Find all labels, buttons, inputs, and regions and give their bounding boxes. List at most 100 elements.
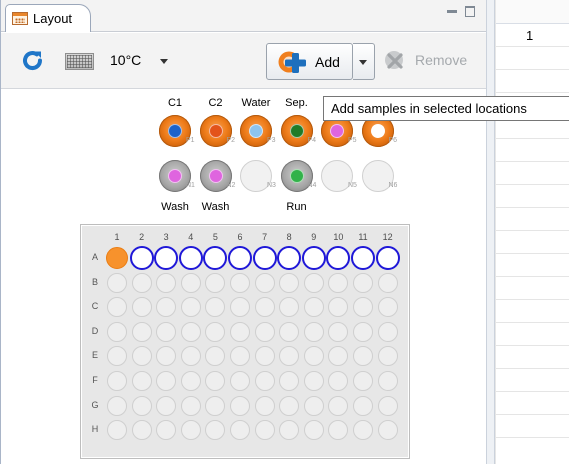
well-d5[interactable] (205, 321, 226, 342)
well-a2[interactable] (129, 246, 154, 270)
well-b3[interactable] (156, 272, 177, 293)
well-g11[interactable] (353, 395, 373, 416)
well-b5[interactable] (205, 272, 226, 293)
well-c2[interactable] (131, 297, 152, 318)
well-c7[interactable] (254, 297, 275, 318)
well-g12[interactable] (377, 395, 398, 416)
well-d1[interactable] (107, 321, 127, 342)
well-e5[interactable] (205, 346, 226, 367)
well-f4[interactable] (180, 371, 201, 391)
panel-divider[interactable] (486, 0, 495, 464)
well-a11[interactable] (351, 246, 375, 270)
well-e11[interactable] (353, 346, 373, 367)
well-a8[interactable] (277, 246, 302, 270)
well-h2[interactable] (131, 420, 152, 441)
well-h1[interactable] (107, 420, 127, 441)
well-f5[interactable] (205, 371, 226, 391)
add-dropdown-button[interactable] (353, 43, 375, 80)
well-h5[interactable] (205, 420, 226, 441)
well-a5[interactable] (203, 246, 228, 270)
minimize-icon[interactable] (447, 6, 459, 18)
well-a9[interactable] (301, 246, 326, 270)
well-f2[interactable] (131, 371, 152, 391)
well-e4[interactable] (180, 346, 201, 367)
well-d4[interactable] (180, 321, 201, 342)
well-b12[interactable] (377, 272, 398, 293)
well-h6[interactable] (230, 420, 250, 441)
well-a1[interactable] (106, 247, 128, 269)
well-h10[interactable] (328, 420, 349, 441)
well-g2[interactable] (131, 395, 152, 416)
well-h12[interactable] (377, 420, 398, 441)
well-b9[interactable] (303, 272, 324, 293)
add-button[interactable]: Add (266, 43, 353, 80)
well-c1[interactable] (107, 297, 127, 318)
tab-layout[interactable]: Layout (5, 4, 91, 32)
well-b4[interactable] (180, 272, 201, 293)
well-f11[interactable] (353, 371, 373, 391)
well-h4[interactable] (180, 420, 201, 441)
refresh-icon[interactable] (21, 49, 45, 73)
well-g6[interactable] (230, 395, 250, 416)
well-d3[interactable] (156, 321, 177, 342)
well-c5[interactable] (205, 297, 226, 318)
well-f8[interactable] (279, 371, 300, 391)
well-c3[interactable] (156, 297, 177, 318)
well-d2[interactable] (131, 321, 152, 342)
well-g3[interactable] (156, 395, 177, 416)
well-f12[interactable] (377, 371, 398, 391)
well-b6[interactable] (230, 272, 250, 293)
well-e2[interactable] (131, 346, 152, 367)
well-e7[interactable] (254, 346, 275, 367)
well-a3[interactable] (154, 246, 179, 270)
well-d7[interactable] (254, 321, 275, 342)
well-g8[interactable] (279, 395, 300, 416)
well-h11[interactable] (353, 420, 373, 441)
well-c10[interactable] (328, 297, 349, 318)
well-a6[interactable] (228, 246, 252, 270)
well-a12[interactable] (375, 246, 400, 270)
well-f10[interactable] (328, 371, 349, 391)
well-e12[interactable] (377, 346, 398, 367)
well-e3[interactable] (156, 346, 177, 367)
well-h9[interactable] (303, 420, 324, 441)
well-c6[interactable] (230, 297, 250, 318)
well-g4[interactable] (180, 395, 201, 416)
well-d11[interactable] (353, 321, 373, 342)
well-e8[interactable] (279, 346, 300, 367)
well-h7[interactable] (254, 420, 275, 441)
well-f7[interactable] (254, 371, 275, 391)
well-g5[interactable] (205, 395, 226, 416)
well-b11[interactable] (353, 272, 373, 293)
well-e1[interactable] (107, 346, 127, 367)
well-c9[interactable] (303, 297, 324, 318)
well-e6[interactable] (230, 346, 250, 367)
well-e9[interactable] (303, 346, 324, 367)
well-f3[interactable] (156, 371, 177, 391)
well-c12[interactable] (377, 297, 398, 318)
well-e10[interactable] (328, 346, 349, 367)
well-plate[interactable]: 1 2 3 4 5 6 7 8 9 10 11 12 A B C D E F G H (80, 224, 410, 459)
well-b2[interactable] (131, 272, 152, 293)
well-d6[interactable] (230, 321, 250, 342)
well-b10[interactable] (328, 272, 349, 293)
well-g7[interactable] (254, 395, 275, 416)
well-a7[interactable] (252, 246, 277, 270)
well-c8[interactable] (279, 297, 300, 318)
well-b1[interactable] (107, 272, 127, 293)
well-c11[interactable] (353, 297, 373, 318)
well-g10[interactable] (328, 395, 349, 416)
maximize-icon[interactable] (465, 6, 477, 18)
chevron-down-icon[interactable] (160, 59, 168, 64)
well-a10[interactable] (326, 246, 351, 270)
well-g9[interactable] (303, 395, 324, 416)
well-g1[interactable] (107, 395, 127, 416)
well-f9[interactable] (303, 371, 324, 391)
well-b8[interactable] (279, 272, 300, 293)
well-b7[interactable] (254, 272, 275, 293)
remove-button[interactable]: Remove (382, 48, 467, 72)
well-h3[interactable] (156, 420, 177, 441)
well-c4[interactable] (180, 297, 201, 318)
well-d10[interactable] (328, 321, 349, 342)
well-d8[interactable] (279, 321, 300, 342)
